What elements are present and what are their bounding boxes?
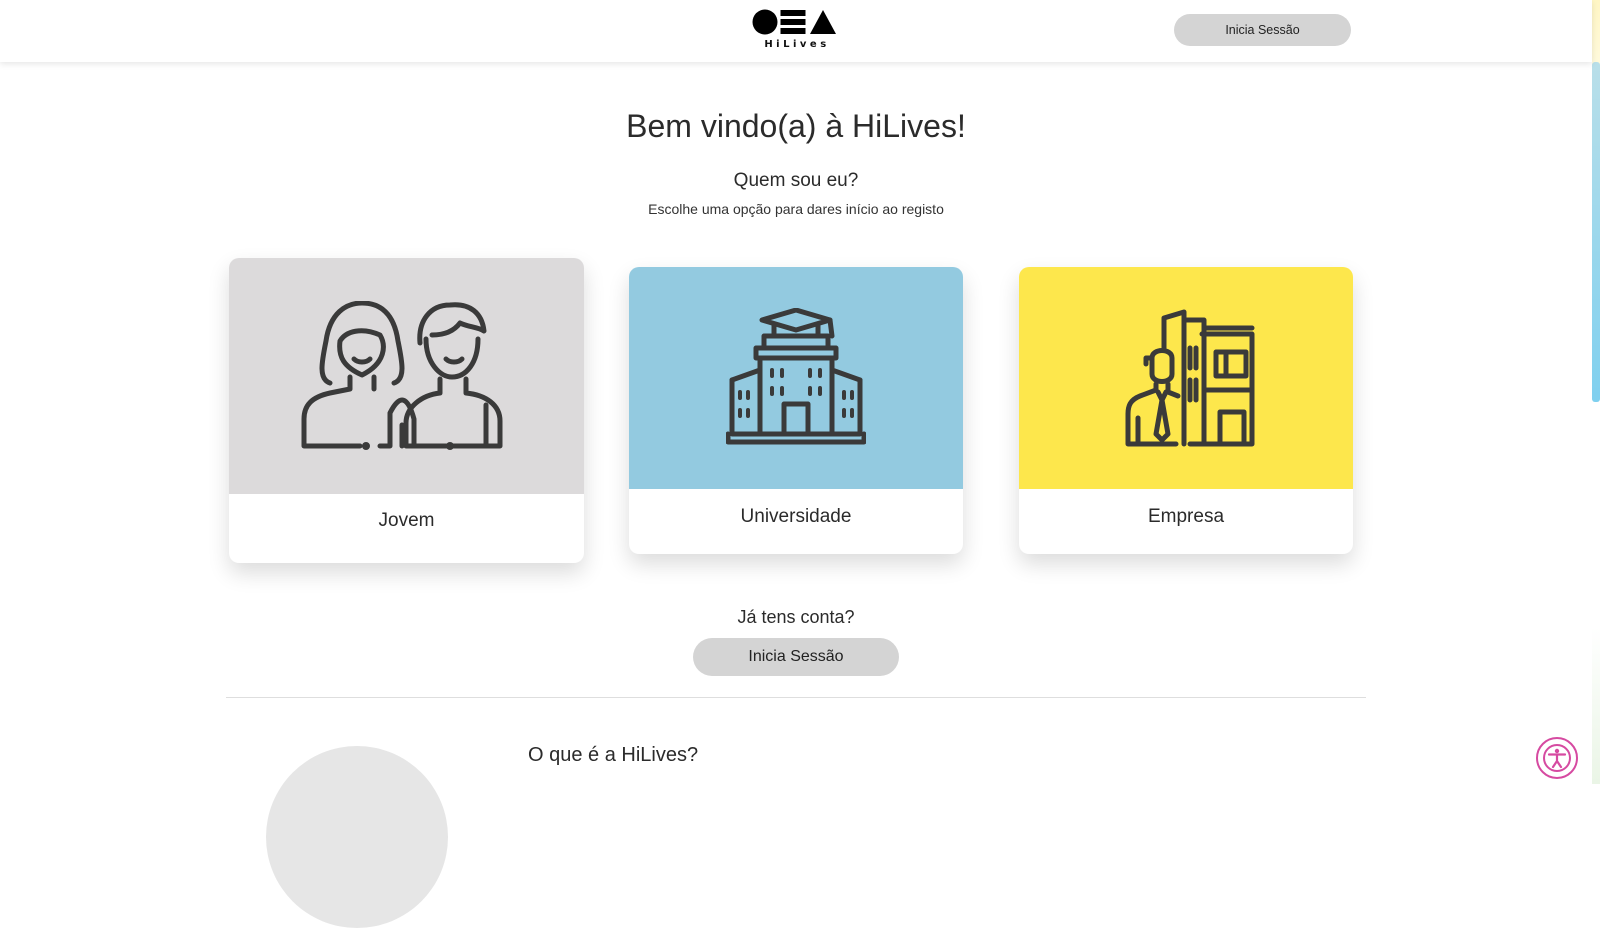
- business-person-icon: [1125, 309, 1255, 447]
- about-title: O que é a HiLives?: [528, 744, 699, 766]
- scrollbar-thumb[interactable]: [1592, 62, 1600, 402]
- option-label-jovem: Jovem: [378, 510, 435, 531]
- card-art-jovem: [229, 258, 584, 494]
- header-login-button[interactable]: Inicia Sessão: [1174, 14, 1351, 46]
- young-people-icon: [301, 301, 502, 450]
- option-label-empresa: Empresa: [1147, 506, 1225, 527]
- option-card-empresa[interactable]: Empresa: [1019, 267, 1353, 554]
- logo-shapes-icon: [752, 9, 836, 35]
- accessibility-icon: [1543, 744, 1571, 772]
- have-account-text: Já tens conta?: [737, 607, 855, 627]
- option-card-universidade[interactable]: Universidade: [629, 267, 963, 554]
- card-art-universidade: [629, 267, 963, 489]
- option-label-universidade: Universidade: [740, 506, 852, 527]
- hilives-logo[interactable]: HiLives: [752, 9, 842, 51]
- login-button[interactable]: Inicia Sessão: [693, 638, 899, 676]
- page-subtitle: Quem sou eu?: [733, 170, 859, 191]
- page-title: Bem vindo(a) à HiLives!: [626, 108, 966, 144]
- top-header: HiLives Inicia Sessão: [0, 0, 1592, 62]
- section-divider: [226, 697, 1366, 698]
- about-image-circle: [266, 746, 448, 928]
- university-building-icon: [726, 308, 866, 445]
- logo-text: HiLives: [764, 39, 830, 50]
- registration-hint: Escolhe uma opção para dares início ao r…: [648, 201, 944, 217]
- option-card-jovem[interactable]: Jovem: [229, 258, 584, 563]
- card-art-empresa: [1019, 267, 1353, 489]
- accessibility-button[interactable]: [1536, 737, 1578, 779]
